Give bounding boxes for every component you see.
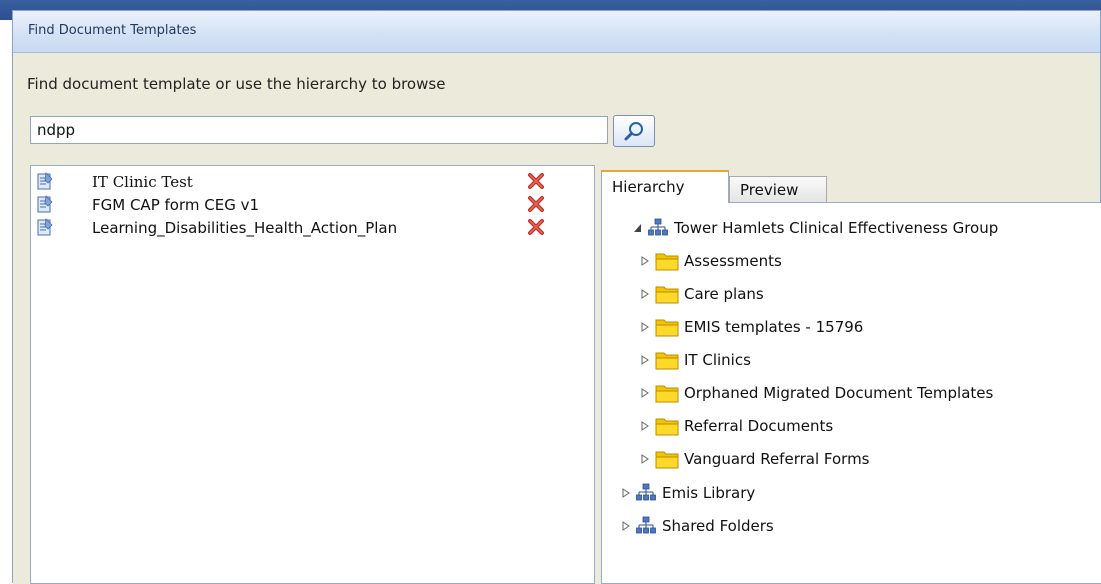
delete-icon[interactable]: [527, 218, 545, 236]
tree-node-label: Tower Hamlets Clinical Effectiveness Gro…: [674, 219, 999, 237]
expand-arrow-icon[interactable]: [641, 388, 650, 398]
expand-arrow-icon[interactable]: [641, 322, 650, 332]
hierarchy-preview-panel: Hierarchy Preview Tower Hamlets Clinical…: [601, 165, 1101, 584]
tree-node-folder[interactable]: Referral Documents: [602, 413, 1097, 439]
tree-node-label: Shared Folders: [662, 517, 774, 535]
expand-arrow-icon[interactable]: [641, 289, 650, 299]
expand-arrow-icon[interactable]: [641, 256, 650, 266]
tree-node-folder[interactable]: Assessments: [602, 248, 1097, 274]
tree-node-label: EMIS templates - 15796: [684, 318, 864, 336]
list-item[interactable]: FGM CAP form CEG v1: [31, 193, 594, 216]
tree-node-folder[interactable]: Orphaned Migrated Document Templates: [602, 380, 1097, 406]
result-label: IT Clinic Test: [92, 173, 193, 191]
folder-icon: [655, 352, 679, 370]
collapse-arrow-icon[interactable]: [633, 223, 642, 233]
instruction-text: Find document template or use the hierar…: [27, 75, 446, 93]
search-results-list: IT Clinic Test FGM CAP form CEG v1 Learn…: [30, 165, 595, 584]
tree-node-root[interactable]: Shared Folders: [602, 513, 1097, 539]
tab-preview[interactable]: Preview: [729, 176, 827, 203]
list-item[interactable]: Learning_Disabilities_Health_Action_Plan: [31, 216, 594, 239]
tree-node-folder[interactable]: Vanguard Referral Forms: [602, 446, 1097, 472]
tree-node-label: Orphaned Migrated Document Templates: [684, 384, 994, 402]
hierarchy-icon: [636, 483, 656, 501]
document-icon: [37, 172, 53, 190]
tree-node-label: Referral Documents: [684, 417, 834, 435]
expand-arrow-icon[interactable]: [641, 421, 650, 431]
list-item[interactable]: IT Clinic Test: [31, 170, 594, 193]
tree-node-root[interactable]: Emis Library: [602, 480, 1097, 506]
find-document-templates-dialog: Find Document Templates Find document te…: [12, 10, 1101, 584]
folder-icon: [655, 253, 679, 271]
folder-icon: [655, 385, 679, 403]
folder-icon: [655, 319, 679, 337]
folder-icon: [655, 451, 679, 469]
tree-node-folder[interactable]: EMIS templates - 15796: [602, 314, 1097, 340]
tree-node-label: Care plans: [684, 285, 764, 303]
magnifier-icon: [624, 122, 643, 141]
tree-node-folder[interactable]: IT Clinics: [602, 347, 1097, 373]
hierarchy-icon: [648, 218, 668, 236]
tree-node-root[interactable]: Tower Hamlets Clinical Effectiveness Gro…: [602, 215, 1097, 241]
dialog-titlebar: Find Document Templates: [13, 11, 1100, 53]
tree-node-folder[interactable]: Care plans: [602, 281, 1097, 307]
hierarchy-icon: [636, 516, 656, 534]
folder-icon: [655, 286, 679, 304]
tree-node-label: Assessments: [684, 252, 782, 270]
tab-hierarchy[interactable]: Hierarchy: [601, 170, 729, 203]
result-label: FGM CAP form CEG v1: [92, 196, 260, 214]
expand-arrow-icon[interactable]: [622, 488, 631, 498]
document-icon: [37, 218, 53, 236]
search-input[interactable]: [30, 116, 608, 144]
result-label: Learning_Disabilities_Health_Action_Plan: [92, 219, 398, 237]
tree-node-label: IT Clinics: [684, 351, 751, 369]
dialog-body: Find document template or use the hierar…: [13, 53, 1101, 584]
expand-arrow-icon[interactable]: [641, 454, 650, 464]
expand-arrow-icon[interactable]: [641, 355, 650, 365]
search-button[interactable]: [613, 115, 655, 147]
dialog-title: Find Document Templates: [28, 23, 197, 38]
tree-node-label: Emis Library: [662, 484, 756, 502]
folder-icon: [655, 418, 679, 436]
expand-arrow-icon[interactable]: [622, 521, 631, 531]
document-icon: [37, 195, 53, 213]
tree-node-label: Vanguard Referral Forms: [684, 450, 870, 468]
delete-icon[interactable]: [527, 172, 545, 190]
hierarchy-tree: Tower Hamlets Clinical Effectiveness Gro…: [601, 202, 1101, 584]
delete-icon[interactable]: [527, 195, 545, 213]
